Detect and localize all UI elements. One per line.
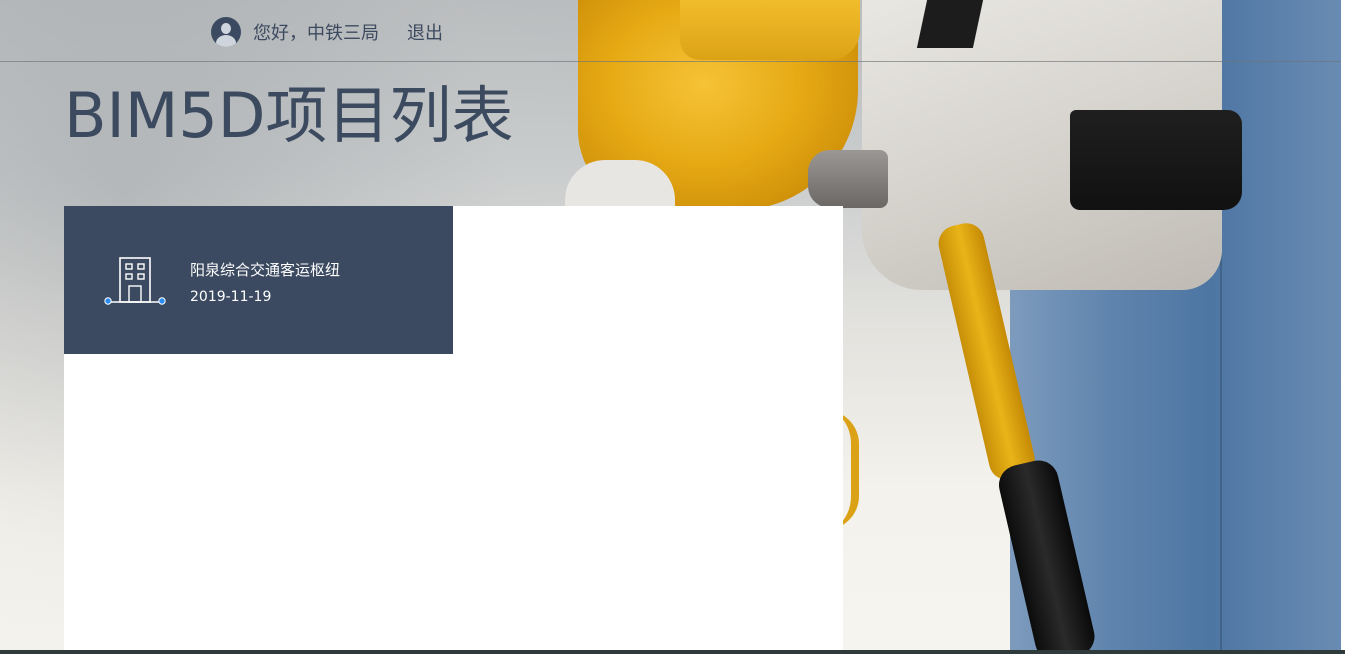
project-list-panel: 阳泉综合交通客运枢纽 2019-11-19: [64, 206, 843, 654]
project-date: 2019-11-19: [190, 289, 272, 305]
project-name: 阳泉综合交通客运枢纽: [190, 261, 341, 279]
right-edge: [1341, 0, 1345, 654]
background-belt-strap: [1070, 110, 1242, 210]
bottom-bar: [0, 650, 1345, 654]
background-hammer-head: [808, 150, 888, 208]
user-greeting: 您好，中铁三局: [253, 23, 379, 44]
logout-link[interactable]: 退出: [407, 19, 443, 45]
top-header: 您好，中铁三局 退出: [0, 0, 1345, 62]
page: 您好，中铁三局 退出 BIM5D项目列表 阳泉综合交通客运枢纽 2019-11-…: [0, 0, 1345, 654]
page-title: BIM5D项目列表: [64, 79, 514, 152]
user-area: 您好，中铁三局 退出: [211, 16, 443, 48]
user-avatar-icon: [211, 17, 241, 47]
project-card[interactable]: 阳泉综合交通客运枢纽 2019-11-19: [64, 206, 453, 354]
building-icon: [104, 257, 166, 305]
